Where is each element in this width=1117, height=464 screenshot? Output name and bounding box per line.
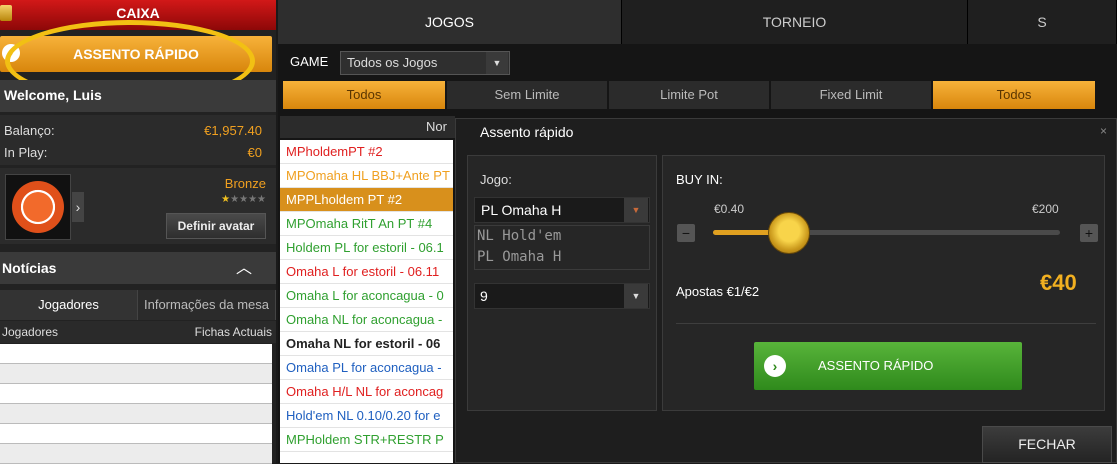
- main-tabs: JOGOS TORNEIO S: [278, 0, 1117, 44]
- quick-seat-confirm-button[interactable]: ASSENTO RÁPIDO: [754, 342, 1022, 390]
- tab-jogos[interactable]: JOGOS: [278, 0, 622, 44]
- jogo-option[interactable]: NL Hold'em: [475, 226, 649, 247]
- buyin-label: BUY IN:: [676, 172, 723, 187]
- divider: [676, 323, 1096, 324]
- players-table-header: Jogadores Fichas Actuais: [0, 321, 276, 343]
- buyin-min: €0.40: [714, 202, 745, 216]
- limit-filter-bar: Todos Sem Limite Limite Pot Fixed Limit Todo…: [283, 81, 1117, 109]
- table-row: [0, 444, 272, 464]
- tab-players[interactable]: Jogadores: [0, 290, 138, 320]
- list-item[interactable]: Hold'em NL 0.10/0.20 for e: [280, 404, 453, 428]
- rank-stars: ★★★★★: [196, 194, 266, 205]
- table-row: [0, 364, 272, 384]
- filter-tab[interactable]: Todos: [933, 81, 1095, 109]
- arrow-circle-icon: ›: [2, 44, 20, 62]
- inplay-label: In Play:: [4, 145, 48, 160]
- tab-torneio[interactable]: TORNEIO: [622, 0, 968, 44]
- arrow-circle-icon: ›: [764, 355, 786, 377]
- bets-label: Apostas €1/€2: [676, 284, 760, 299]
- poker-chip-icon: [12, 181, 64, 233]
- list-item[interactable]: Omaha L for aconcagua - 0: [280, 284, 453, 308]
- minus-icon[interactable]: −: [677, 224, 695, 242]
- game-filter-label: GAME: [290, 54, 329, 69]
- list-item[interactable]: Omaha L for estoril - 06.11: [280, 260, 453, 284]
- welcome-text: Welcome, Luis: [0, 80, 276, 112]
- players-table: [0, 344, 272, 464]
- close-button[interactable]: FECHAR: [982, 426, 1112, 463]
- buyin-amount: €40: [1040, 270, 1077, 295]
- list-item[interactable]: MPHoldem STR+RESTR P: [280, 428, 453, 452]
- quick-seat-button[interactable]: ASSENTO RÁPIDO: [0, 36, 272, 72]
- left-tabs: Jogadores Informações da mesa: [0, 290, 276, 320]
- coins-icon: [0, 5, 12, 21]
- buyin-max: €200: [1032, 202, 1059, 216]
- table-row: [0, 424, 272, 444]
- filter-tab[interactable]: Todos: [283, 81, 445, 109]
- col-chips: Fichas Actuais: [194, 325, 272, 339]
- chevron-down-icon[interactable]: ▼: [486, 52, 508, 74]
- inplay-value: €0: [247, 145, 262, 160]
- chevron-right-icon[interactable]: ›: [72, 192, 84, 222]
- list-item[interactable]: MPOmaha HL BBJ+Ante PT: [280, 164, 453, 188]
- list-item[interactable]: Omaha NL for aconcagua -: [280, 308, 453, 332]
- jogo-options-list: NL Hold'em PL Omaha H: [474, 225, 650, 270]
- star-icon: ★: [257, 194, 266, 205]
- list-item[interactable]: Omaha NL for estoril - 06: [280, 332, 453, 356]
- rank-label: Bronze: [224, 176, 266, 191]
- star-icon: ★: [239, 194, 249, 205]
- table-row: [0, 344, 272, 364]
- star-icon: ★: [221, 194, 231, 205]
- list-item[interactable]: MPOmaha RitT An PT #4: [280, 212, 453, 236]
- news-header[interactable]: Notícias: [0, 252, 276, 284]
- list-item[interactable]: MPPLholdem PT #2: [280, 188, 453, 212]
- define-avatar-button[interactable]: Definir avatar: [166, 213, 266, 239]
- caixa-button[interactable]: CAIXA: [0, 0, 276, 30]
- col-players: Jogadores: [2, 325, 59, 339]
- close-icon[interactable]: ×: [1100, 124, 1107, 138]
- game-list-header[interactable]: Nor: [280, 116, 455, 138]
- game-filter-select[interactable]: Todos os Jogos: [340, 51, 510, 75]
- balance-box: Balanço: €1,957.40 In Play: €0: [0, 115, 276, 165]
- jogo-label: Jogo:: [480, 172, 512, 187]
- chevron-down-icon[interactable]: ▼: [624, 284, 648, 308]
- game-list: MPholdemPT #2 MPOmaha HL BBJ+Ante PT MPPLh…: [280, 140, 453, 463]
- chevron-down-icon[interactable]: ▼: [624, 198, 648, 222]
- list-item[interactable]: Holdem PL for estoril - 06.1: [280, 236, 453, 260]
- list-item[interactable]: MPholdemPT #2: [280, 140, 453, 164]
- balance-label: Balanço:: [4, 123, 55, 138]
- tab-third[interactable]: S: [968, 0, 1117, 44]
- list-item[interactable]: Omaha PL for aconcagua -: [280, 356, 453, 380]
- table-row: [0, 404, 272, 424]
- chevron-up-icon[interactable]: ︿: [236, 261, 260, 277]
- star-icon: ★: [230, 194, 240, 205]
- plus-icon[interactable]: +: [1080, 224, 1098, 242]
- dialog-title: Assento rápido: [480, 124, 574, 140]
- balance-value: €1,957.40: [204, 123, 262, 138]
- star-icon: ★: [248, 194, 258, 205]
- filter-tab[interactable]: Fixed Limit: [771, 81, 931, 109]
- jogo-option[interactable]: PL Omaha H: [475, 247, 649, 268]
- table-row: [0, 384, 272, 404]
- filter-tab[interactable]: Limite Pot: [609, 81, 769, 109]
- list-item[interactable]: Omaha H/L NL for aconcag: [280, 380, 453, 404]
- filter-tab[interactable]: Sem Limite: [447, 81, 607, 109]
- tab-table-info[interactable]: Informações da mesa: [138, 290, 276, 320]
